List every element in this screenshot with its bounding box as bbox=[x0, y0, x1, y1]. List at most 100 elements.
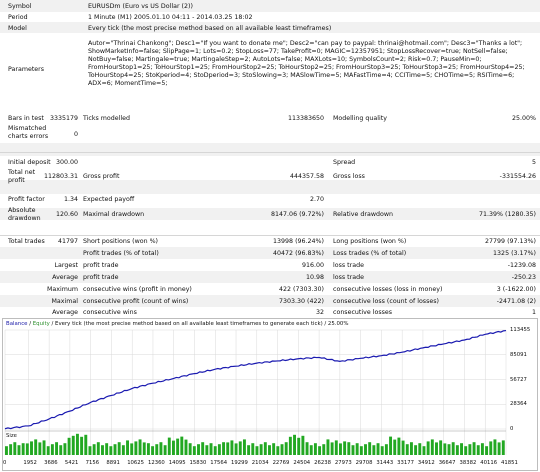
average-loss-value: -250.23 bbox=[511, 274, 536, 281]
size-bar bbox=[330, 442, 334, 455]
size-bar bbox=[138, 439, 142, 455]
size-bar bbox=[197, 444, 200, 455]
x-tick-label: 38382 bbox=[459, 460, 477, 466]
avg-consec-wins-value: 32 bbox=[315, 309, 324, 316]
profit-factor-label: Profit factor bbox=[8, 196, 45, 203]
size-bar bbox=[326, 439, 330, 455]
chart-plot bbox=[4, 329, 507, 455]
size-bar bbox=[259, 444, 263, 455]
size-bar bbox=[364, 444, 367, 455]
size-bar bbox=[401, 440, 405, 455]
spread-label: Spread bbox=[333, 159, 356, 166]
initial-deposit-label: Initial deposit bbox=[8, 159, 51, 166]
size-bar bbox=[109, 446, 113, 455]
size-bar bbox=[301, 435, 305, 455]
y-tick-label: 28364 bbox=[510, 401, 527, 408]
size-bar bbox=[430, 439, 434, 455]
x-tick-label: 19299 bbox=[231, 460, 248, 466]
size-bar bbox=[67, 437, 71, 455]
x-tick-label: 5421 bbox=[64, 460, 79, 466]
short-positions-value: 13998 (96.24%) bbox=[273, 238, 324, 245]
quality-value: 25.00% bbox=[511, 115, 536, 122]
abs-drawdown-label: Absolute drawdown bbox=[8, 207, 41, 222]
size-bar bbox=[476, 445, 480, 455]
size-bar bbox=[17, 445, 21, 455]
size-bar bbox=[71, 435, 75, 455]
size-bar bbox=[460, 443, 463, 455]
max-consec-wins-label: consecutive wins (profit in money) bbox=[83, 286, 192, 293]
average-profit-value: 10.98 bbox=[305, 274, 324, 281]
total-trades-value: 41797 bbox=[57, 238, 78, 245]
x-tick-label: 26238 bbox=[314, 460, 331, 466]
x-tick-label: 36647 bbox=[438, 460, 456, 466]
avg-consec-losses-label: consecutive losses bbox=[333, 309, 393, 316]
gross-loss-label: Gross loss bbox=[333, 173, 365, 180]
x-tick-label: 24504 bbox=[293, 460, 311, 466]
size-bar bbox=[230, 440, 234, 455]
size-bar bbox=[435, 442, 438, 455]
size-bar bbox=[167, 437, 171, 455]
y-tick-label: 56727 bbox=[510, 376, 527, 383]
size-bar bbox=[480, 443, 484, 455]
x-tick-label: 33177 bbox=[397, 460, 415, 466]
x-tick-label: 29708 bbox=[355, 460, 373, 466]
size-bar bbox=[213, 446, 217, 455]
x-tick-label: 3686 bbox=[44, 460, 58, 466]
size-bar bbox=[21, 443, 25, 455]
maximal-consec-profit-label: consecutive profit (count of wins) bbox=[83, 298, 189, 305]
size-bar bbox=[234, 443, 238, 455]
size-bar bbox=[126, 440, 129, 455]
profit-trades-label: Profit trades (% of total) bbox=[83, 250, 159, 257]
size-bar bbox=[497, 442, 501, 455]
x-tick-label: 10625 bbox=[127, 460, 145, 466]
size-bar bbox=[42, 440, 46, 455]
size-bar bbox=[113, 444, 117, 455]
size-bar bbox=[351, 445, 355, 455]
size-bar bbox=[305, 442, 309, 455]
size-bar bbox=[63, 443, 67, 455]
size-bar bbox=[355, 443, 359, 455]
average-prefix: Average bbox=[52, 274, 78, 281]
size-bar bbox=[146, 443, 150, 455]
size-bar bbox=[493, 439, 497, 455]
size-bar bbox=[251, 443, 255, 455]
size-bar bbox=[172, 440, 175, 455]
symbol-label: Symbol bbox=[8, 3, 32, 10]
size-bar bbox=[25, 443, 29, 455]
maximal-consec-loss-value: -2471.08 (2) bbox=[496, 298, 536, 305]
size-bar bbox=[34, 439, 38, 455]
model-label: Model bbox=[8, 25, 27, 32]
parameters-value: Autor="Thrinai Chankong"; Desc1="If you … bbox=[88, 40, 525, 87]
size-bar bbox=[380, 446, 384, 455]
size-bar bbox=[255, 446, 259, 455]
mismatched-label: Mismatched charts errors bbox=[8, 125, 49, 140]
size-bar bbox=[359, 446, 363, 455]
size-bar bbox=[389, 436, 393, 455]
max-consec-wins-value: 422 (7303.30) bbox=[279, 286, 324, 293]
y-tick-label: 113455 bbox=[510, 327, 531, 333]
maximal-consec-loss-label: consecutive loss (count of losses) bbox=[333, 298, 439, 305]
ticks-value: 113383650 bbox=[287, 115, 324, 122]
expected-payoff-label: Expected payoff bbox=[83, 196, 135, 203]
size-bar bbox=[134, 441, 138, 455]
size-bar bbox=[447, 444, 451, 455]
size-label: Size bbox=[6, 433, 17, 439]
size-bar bbox=[50, 444, 54, 455]
rel-drawdown-value: 71.39% (1280.35) bbox=[479, 211, 536, 218]
size-bar bbox=[464, 446, 468, 455]
quality-label: Modelling quality bbox=[333, 115, 387, 122]
model-value: Every tick (the most precise method base… bbox=[88, 25, 332, 32]
size-bar bbox=[188, 443, 192, 455]
size-bar bbox=[92, 444, 96, 455]
size-bar bbox=[414, 445, 418, 455]
size-bar bbox=[426, 441, 430, 455]
x-tick-label: 34912 bbox=[417, 460, 435, 466]
rel-drawdown-label: Relative drawdown bbox=[333, 211, 393, 218]
max-drawdown-label: Maximal drawdown bbox=[83, 211, 145, 218]
size-bar bbox=[159, 442, 163, 455]
average-profit-label: profit trade bbox=[83, 274, 119, 281]
largest-profit-value: 916.00 bbox=[301, 262, 324, 269]
size-bar bbox=[242, 439, 246, 455]
size-bar bbox=[439, 440, 443, 455]
size-bar bbox=[443, 443, 447, 455]
